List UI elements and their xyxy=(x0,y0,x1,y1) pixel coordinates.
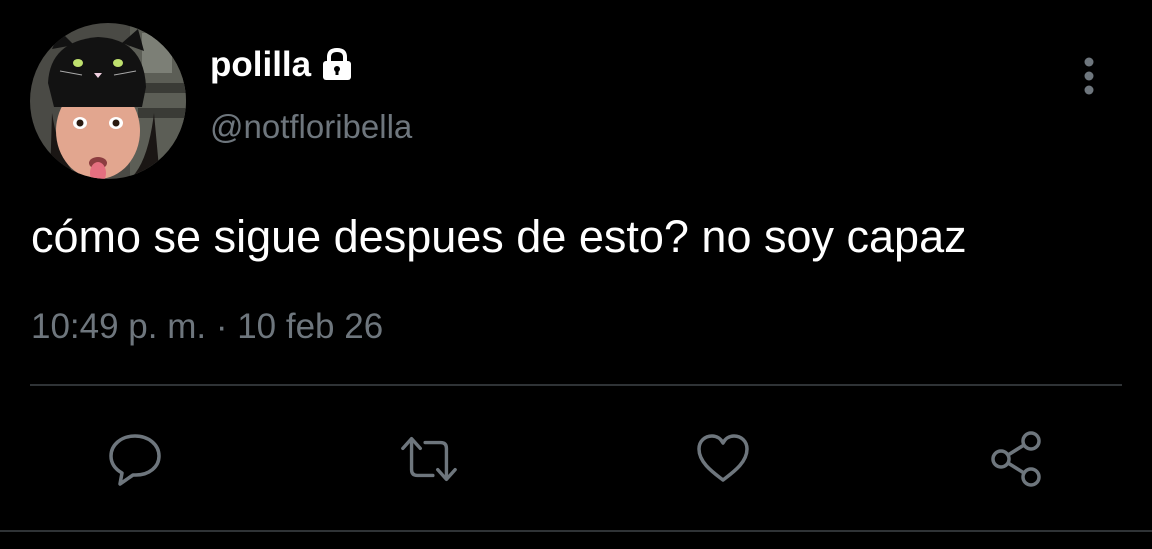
lock-icon xyxy=(320,47,354,81)
more-options-button[interactable] xyxy=(1072,54,1106,98)
user-handle[interactable]: @notfloribella xyxy=(210,107,412,147)
divider xyxy=(30,384,1122,386)
heart-icon xyxy=(697,434,749,482)
avatar[interactable] xyxy=(30,23,186,179)
comment-icon xyxy=(109,434,161,486)
reply-button[interactable] xyxy=(104,428,166,490)
bottom-divider xyxy=(0,530,1152,532)
display-name[interactable]: polilla xyxy=(210,47,311,82)
display-name-row: polilla xyxy=(210,40,354,88)
tweet-timestamp[interactable]: 10:49 p. m. · 10 feb 26 xyxy=(31,306,383,348)
avatar-image xyxy=(30,23,186,179)
like-button[interactable] xyxy=(692,428,754,490)
retweet-button[interactable] xyxy=(398,428,460,490)
tweet-text: cómo se sigue despues de esto? no soy ca… xyxy=(31,211,967,262)
share-button[interactable] xyxy=(986,428,1048,490)
share-icon xyxy=(991,431,1041,487)
more-vertical-icon xyxy=(1084,57,1094,95)
retweet-icon xyxy=(401,436,457,482)
